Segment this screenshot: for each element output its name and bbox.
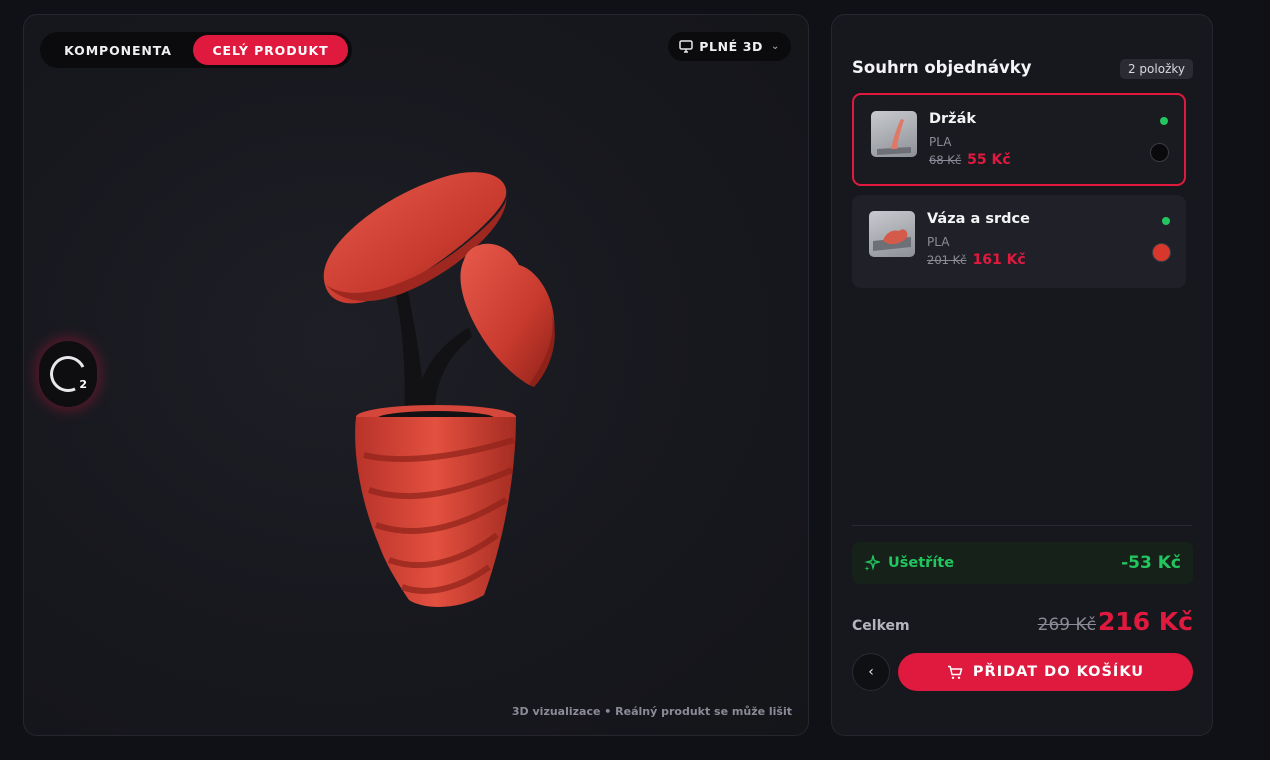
order-item-vaza-a-srdce[interactable]: Váza a srdce PLA 201 Kč 161 Kč xyxy=(852,195,1186,288)
tab-cely-produkt[interactable]: CELÝ PRODUKT xyxy=(193,35,348,65)
status-dot xyxy=(1160,117,1168,125)
savings-label: Ušetříte xyxy=(888,555,955,571)
status-dot xyxy=(1162,217,1170,225)
viewer-panel: KOMPONENTA CELÝ PRODUKT PLNÉ 3D ⌄ 2 3D v… xyxy=(23,14,809,736)
component-counter[interactable]: 2 xyxy=(39,341,97,407)
add-to-cart-button[interactable]: PŘIDAT DO KOŠÍKU xyxy=(898,653,1193,691)
component-count: 2 xyxy=(79,378,87,391)
divider xyxy=(852,525,1192,526)
item-thumbnail xyxy=(871,111,917,157)
visualization-disclaimer: 3D vizualizace • Reálný produkt se může … xyxy=(511,705,792,718)
savings-row: Ušetříte -53 Kč xyxy=(852,542,1193,584)
savings-value: -53 Kč xyxy=(1121,553,1181,573)
total-old-price: 269 Kč xyxy=(1037,615,1096,635)
product-3d-model[interactable] xyxy=(294,155,564,615)
total-label: Celkem xyxy=(852,618,910,634)
item-count-badge: 2 položky xyxy=(1119,59,1193,79)
mode-toggle: KOMPONENTA CELÝ PRODUKT xyxy=(40,32,352,68)
item-old-price: 201 Kč xyxy=(927,253,967,267)
tab-komponenta[interactable]: KOMPONENTA xyxy=(43,35,193,65)
cart-icon xyxy=(947,665,963,679)
item-old-price: 68 Kč xyxy=(929,153,962,167)
chevron-down-icon: ⌄ xyxy=(771,41,780,52)
item-material: PLA xyxy=(927,235,950,249)
color-swatch[interactable] xyxy=(1152,243,1171,262)
chevron-left-icon: ‹ xyxy=(868,664,874,680)
order-summary-panel: Souhrn objednávky 2 položky Držák PLA 68… xyxy=(831,14,1213,736)
order-item-drzak[interactable]: Držák PLA 68 Kč 55 Kč xyxy=(852,93,1186,186)
total-price: 216 Kč xyxy=(1097,607,1193,636)
summary-title: Souhrn objednávky xyxy=(852,58,1032,77)
monitor-icon xyxy=(679,40,693,53)
item-name: Držák xyxy=(929,111,977,127)
view-mode-select[interactable]: PLNÉ 3D ⌄ xyxy=(668,32,791,61)
view-mode-label: PLNÉ 3D xyxy=(699,39,764,54)
item-price: 55 Kč xyxy=(967,152,1011,168)
sparkle-icon xyxy=(864,555,880,571)
item-material: PLA xyxy=(929,135,952,149)
color-swatch[interactable] xyxy=(1150,143,1169,162)
item-name: Váza a srdce xyxy=(927,211,1030,227)
item-price: 161 Kč xyxy=(972,252,1026,268)
item-thumbnail xyxy=(869,211,915,257)
back-button[interactable]: ‹ xyxy=(852,653,890,691)
add-to-cart-label: PŘIDAT DO KOŠÍKU xyxy=(972,664,1145,680)
